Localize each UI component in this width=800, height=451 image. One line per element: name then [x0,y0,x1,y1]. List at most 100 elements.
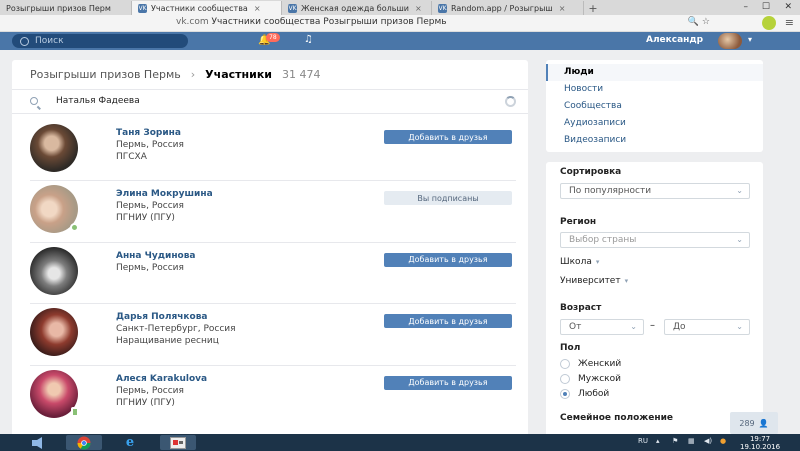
person-name-link[interactable]: Дарья Полячкова [116,312,207,322]
person-name-link[interactable]: Алеся Karakulova [116,374,207,384]
avatar[interactable] [30,308,78,357]
add-friend-button[interactable]: Добавить в друзья [384,314,512,329]
user-name[interactable]: Александр [646,35,703,45]
clock-date: 19.10.2016 [740,443,781,451]
app-taskbar-icon[interactable] [160,435,196,450]
minimize-icon[interactable]: – [744,0,749,14]
nav-item-communities[interactable]: Сообщества [546,98,763,115]
add-friend-button[interactable]: Добавить в друзья [384,375,512,390]
age-from-value: От [569,322,582,332]
search-icon [20,36,29,46]
age-to-select[interactable]: До ⌄ [664,319,750,335]
maximize-icon[interactable]: ☐ [762,0,770,14]
chrome-taskbar-icon[interactable] [66,435,102,450]
browser-menu-icon[interactable]: ≡ [785,16,794,29]
vk-favicon-icon: VK [138,3,147,13]
loading-spinner-icon [505,96,516,107]
nav-item-video[interactable]: Видеозаписи [546,132,763,149]
volume-icon[interactable]: ◀) [704,437,712,445]
person-education: ПГНИУ (ПГУ) [116,213,175,224]
address-text[interactable]: vk.com Участники сообщества Розыгрыши пр… [176,17,447,27]
person-name-link[interactable]: Таня Зорина [116,128,181,138]
new-tab-icon[interactable]: + [584,1,602,15]
browser-tab[interactable]: Розыгрыши призов Перм [0,1,132,15]
music-icon[interactable]: ♫ [304,34,313,45]
browser-tab[interactable]: VK Random.app / Розыгрыш × [432,1,584,15]
filters-panel: Сортировка По популярности ⌄ Регион Выбо… [546,162,763,440]
search-icon [30,97,38,105]
gender-option-label: Женский [578,359,622,369]
chevron-down-icon[interactable]: ▾ [748,35,752,44]
user-avatar[interactable] [718,33,742,49]
notifications-badge: 78 [266,33,280,42]
breadcrumb-separator-icon: › [190,68,196,81]
region-label: Регион [560,217,597,227]
member-search-value[interactable]: Наталья Фадеева [56,96,140,106]
person-education: ПГСХА [116,152,147,162]
browser-tab-active[interactable]: VK Участники сообщества × [132,1,282,15]
tab-close-icon[interactable]: × [254,4,261,13]
search-section-nav: Люди Новости Сообщества Аудиозаписи Виде… [546,60,763,152]
scroll-up-counter[interactable]: 289 👤 [730,412,778,434]
list-item: Элина Мокрушина Пермь, Россия ПГНИУ (ПГУ… [30,181,516,243]
sort-select[interactable]: По популярности ⌄ [560,183,750,199]
person-education: ПГНИУ (ПГУ) [116,397,175,408]
subscribed-button[interactable]: Вы подписаны [384,191,512,206]
list-item: Таня Зорина Пермь, Россия ПГСХА Добавить… [30,120,516,182]
system-clock[interactable]: 19:77 19.10.2016 [740,435,780,451]
add-friend-button[interactable]: Добавить в друзья [384,130,512,144]
person-name-link[interactable]: Элина Мокрушина [116,189,213,199]
breadcrumb: Розыгрыши призов Пермь › Участники 31 47… [30,68,321,81]
nav-item-people[interactable]: Люди [546,64,763,81]
member-search-field[interactable]: Наталья Фадеева [12,90,528,114]
avatar[interactable] [30,246,78,295]
tab-title: Участники сообщества [151,3,248,13]
chevron-down-icon: ▾ [624,277,629,285]
tab-close-icon[interactable]: × [559,4,566,13]
address-domain: vk.com [176,17,209,27]
school-label: Школа [560,257,592,267]
app-tray-icon[interactable]: ● [720,437,726,445]
tray-up-arrow-icon[interactable]: ▴ [656,437,660,445]
country-select[interactable]: Выбор страны ⌄ [560,232,750,248]
marital-status-label: Семейное положение [560,413,673,423]
breadcrumb-group-link[interactable]: Розыгрыши призов Пермь [30,68,181,81]
nav-item-news[interactable]: Новости [546,81,763,98]
scroll-counter-value: 289 [739,418,755,428]
tab-title: Розыгрыши призов Перм [6,3,111,13]
gender-option-label: Любой [578,389,610,399]
tab-close-icon[interactable]: × [415,4,422,13]
gender-option-female[interactable]: Женский [560,359,621,369]
bookmark-star-icon[interactable]: 🔍 ☆ [688,17,710,27]
start-sound-icon[interactable] [22,435,58,450]
close-window-icon[interactable]: ✕ [784,0,792,14]
gender-option-male[interactable]: Мужской [560,374,621,384]
gender-option-any[interactable]: Любой [560,389,609,399]
chevron-down-icon: ⌄ [736,322,743,331]
person-location: Санкт-Петербург, Россия [116,324,236,335]
add-friend-button[interactable]: Добавить в друзья [384,252,512,267]
person-icon: 👤 [758,418,769,428]
school-toggle[interactable]: Школа ▾ [560,257,599,267]
age-from-select[interactable]: От ⌄ [560,319,644,335]
members-card: Розыгрыши призов Пермь › Участники 31 47… [12,60,528,440]
nav-item-audio[interactable]: Аудиозаписи [546,115,763,132]
person-location: Пермь, Россия [116,201,184,212]
network-icon[interactable]: ▦ [688,437,695,445]
search-input[interactable]: Поиск [12,34,188,48]
age-range-dash: – [650,320,655,331]
person-name-link[interactable]: Анна Чудинова [116,251,196,261]
extension-icon[interactable] [762,16,776,30]
list-item: Дарья Полячкова Санкт-Петербург, Россия … [30,304,516,366]
list-item: Алеся Karakulova Пермь, Россия ПГНИУ (ПГ… [30,366,516,427]
avatar[interactable] [30,124,78,172]
ie-taskbar-icon[interactable]: e [112,435,148,450]
browser-tab[interactable]: VK Женская одежда больши × [282,1,432,15]
university-toggle[interactable]: Университет ▾ [560,276,628,286]
person-location: Пермь, Россия [116,262,184,273]
tray-flag-icon[interactable]: ⚑ [672,437,678,445]
gender-option-label: Мужской [578,374,621,384]
address-bar[interactable]: vk.com Участники сообщества Розыгрыши пр… [0,15,800,32]
language-indicator[interactable]: RU [638,437,648,445]
radio-checked-icon [560,389,570,399]
